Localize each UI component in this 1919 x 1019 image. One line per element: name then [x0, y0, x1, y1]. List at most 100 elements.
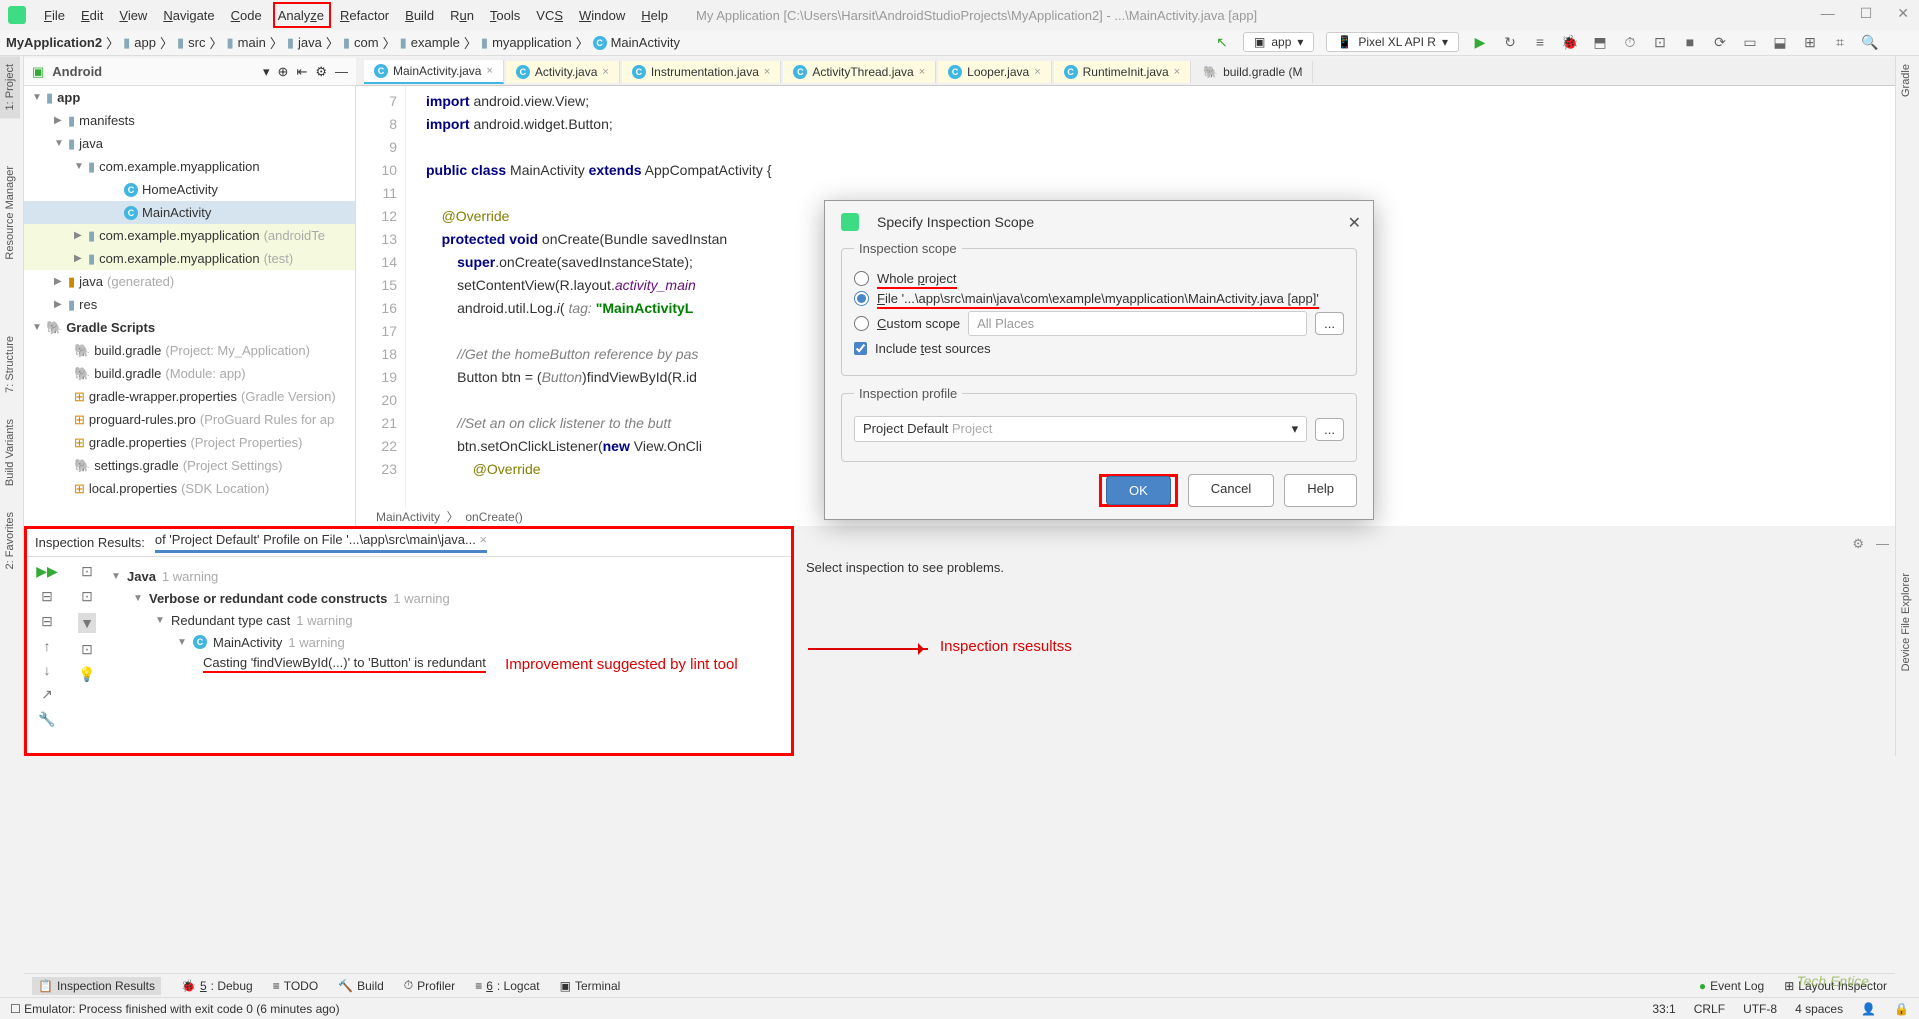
tab-debug[interactable]: 🐞 5: Debug — [181, 979, 253, 993]
run-config-combo[interactable]: ▣ app ▾ — [1243, 32, 1314, 52]
run-icon[interactable]: ▶ — [1471, 33, 1489, 51]
crumb[interactable]: MainActivity — [611, 35, 680, 50]
export-icon[interactable]: ↗ — [41, 686, 53, 703]
inspection-tab[interactable]: of 'Project Default' Profile on File '..… — [155, 532, 487, 553]
menu-view[interactable]: View — [111, 4, 155, 27]
tab-mainactivity[interactable]: CMainActivity.java× — [364, 60, 504, 84]
close-icon[interactable]: × — [486, 65, 492, 77]
help-button[interactable]: Help — [1284, 474, 1357, 507]
tab-build[interactable]: 🔨 Build — [338, 979, 384, 993]
menu-vcs[interactable]: VCS — [528, 4, 571, 27]
avd-icon[interactable]: ▭ — [1741, 33, 1759, 51]
apply-icon[interactable]: ↻ — [1501, 33, 1519, 51]
cursor-position[interactable]: 33:1 — [1652, 1002, 1675, 1016]
funnel-icon[interactable]: ▼ — [78, 613, 96, 633]
rail-fav[interactable]: 2: Favorites — [0, 504, 20, 577]
tab-event-log[interactable]: ● Event Log — [1699, 979, 1764, 993]
bulb-icon[interactable]: 💡 — [78, 666, 95, 683]
crumb[interactable]: app — [134, 35, 156, 50]
project-tree[interactable]: ▼▮app ▶▮manifests ▼▮java ▼▮com.example.m… — [24, 86, 356, 526]
cancel-button[interactable]: Cancel — [1188, 474, 1274, 507]
layout-icon[interactable]: ⌗ — [1831, 33, 1849, 51]
coverage-icon[interactable]: ⬒ — [1591, 33, 1609, 51]
sync-icon[interactable]: ⟳ — [1711, 33, 1729, 51]
menu-refactor[interactable]: Refactor — [332, 4, 397, 27]
menu-build[interactable]: Build — [397, 4, 442, 27]
crumb[interactable]: src — [188, 35, 205, 50]
indent[interactable]: 4 spaces — [1795, 1002, 1843, 1016]
gear-icon[interactable]: ⚙ — [1852, 536, 1864, 552]
filter-icon[interactable]: ⊡ — [81, 588, 93, 605]
settings-icon[interactable]: 🔧 — [38, 711, 55, 728]
menu-tools[interactable]: Tools — [482, 4, 528, 27]
encoding[interactable]: UTF-8 — [1743, 1002, 1777, 1016]
ok-button[interactable]: OK — [1106, 476, 1171, 505]
attach-icon[interactable]: ⊡ — [1651, 33, 1669, 51]
gear-icon[interactable]: ⚙ — [315, 64, 327, 80]
close-icon[interactable]: ✕ — [1897, 5, 1909, 22]
search-icon[interactable]: 🔍 — [1861, 33, 1879, 51]
menu-edit[interactable]: Edit — [73, 4, 111, 27]
ellipsis-button[interactable]: ... — [1315, 418, 1344, 441]
profile-icon[interactable]: ⏱ — [1621, 33, 1639, 51]
ellipsis-button[interactable]: ... — [1315, 312, 1344, 335]
device-combo[interactable]: 📱 Pixel XL API R ▾ — [1326, 32, 1459, 52]
debug-icon[interactable]: 🐞 — [1561, 33, 1579, 51]
stop-icon[interactable]: ≡ — [1531, 33, 1549, 51]
shrink-icon[interactable]: ⊡ — [81, 641, 93, 658]
tab-logcat[interactable]: ≡ 6: Logcat — [475, 979, 539, 993]
line-ending[interactable]: CRLF — [1694, 1002, 1725, 1016]
inspection-tree[interactable]: ▼Java 1 warning ▼Verbose or redundant co… — [107, 557, 791, 753]
tab-terminal[interactable]: ▣ Terminal — [560, 979, 621, 993]
rail-devfs[interactable]: Device File Explorer — [1896, 565, 1916, 679]
crumb[interactable]: java — [298, 35, 322, 50]
next-icon[interactable]: ↓ — [44, 662, 51, 678]
sdk-icon[interactable]: ⬓ — [1771, 33, 1789, 51]
inspect-icon[interactable]: 👤 — [1861, 1002, 1876, 1016]
tab-runtimeinit[interactable]: CRuntimeInit.java× — [1054, 61, 1191, 83]
rail-build[interactable]: Build Variants — [0, 411, 20, 494]
radio-custom[interactable]: Custom scope All Places ... — [854, 311, 1344, 336]
rail-project[interactable]: 1: Project — [0, 56, 20, 118]
close-icon[interactable]: ✕ — [1348, 213, 1361, 233]
tab-profiler[interactable]: ⏱ Profiler — [404, 978, 455, 993]
include-test-checkbox[interactable]: Include test sources — [854, 341, 1344, 356]
rail-resmgr[interactable]: Resource Manager — [0, 158, 20, 268]
menu-help[interactable]: Help — [633, 4, 676, 27]
tab-looper[interactable]: CLooper.java× — [938, 61, 1052, 83]
rail-gradle[interactable]: Gradle — [1896, 56, 1916, 105]
tab-inspection-results[interactable]: 📋 Inspection Results — [32, 977, 161, 995]
menu-navigate[interactable]: Navigate — [155, 4, 222, 27]
minimize-icon[interactable]: — — [1821, 5, 1835, 22]
hide-icon[interactable]: — — [335, 64, 348, 79]
menu-run[interactable]: Run — [442, 4, 482, 27]
menu-code[interactable]: Code — [223, 4, 270, 27]
editor-breadcrumb[interactable]: MainActivity 〉 onCreate() — [376, 508, 523, 526]
stop-btn-icon[interactable]: ■ — [1681, 33, 1699, 51]
radio-whole-project[interactable]: Whole project — [854, 271, 1344, 286]
tab-instrumentation[interactable]: CInstrumentation.java× — [622, 61, 782, 83]
crumb[interactable]: example — [411, 35, 460, 50]
crumb[interactable]: com — [354, 35, 379, 50]
profile-combo[interactable]: Project Default Project▾ — [854, 416, 1307, 442]
hammer-icon[interactable]: ↖ — [1213, 33, 1231, 51]
menu-window[interactable]: Window — [571, 4, 633, 27]
group-icon[interactable]: ⊡ — [81, 563, 93, 580]
lock-icon[interactable]: 🔒 — [1894, 1002, 1909, 1016]
crumb[interactable]: myapplication — [492, 35, 572, 50]
tab-buildgradle[interactable]: 🐘build.gradle (M — [1193, 61, 1313, 83]
expand-icon[interactable]: ⊟ — [41, 588, 53, 605]
target-icon[interactable]: ⊕ — [278, 64, 289, 80]
tab-activitythread[interactable]: CActivityThread.java× — [783, 61, 936, 83]
radio-file[interactable]: File '...\app\src\main\java\com\example\… — [854, 291, 1344, 306]
tab-activity[interactable]: CActivity.java× — [506, 61, 620, 83]
struct-icon[interactable]: ⊞ — [1801, 33, 1819, 51]
prev-icon[interactable]: ↑ — [44, 638, 51, 654]
crumb[interactable]: MyApplication2 — [6, 35, 102, 50]
hide-icon[interactable]: — — [1876, 536, 1889, 552]
maximize-icon[interactable]: ☐ — [1860, 5, 1873, 22]
crumb[interactable]: main — [238, 35, 266, 50]
collapse-icon[interactable]: ⇤ — [296, 64, 307, 80]
menu-file[interactable]: File — [36, 4, 73, 27]
rail-struct[interactable]: 7: Structure — [0, 328, 20, 401]
